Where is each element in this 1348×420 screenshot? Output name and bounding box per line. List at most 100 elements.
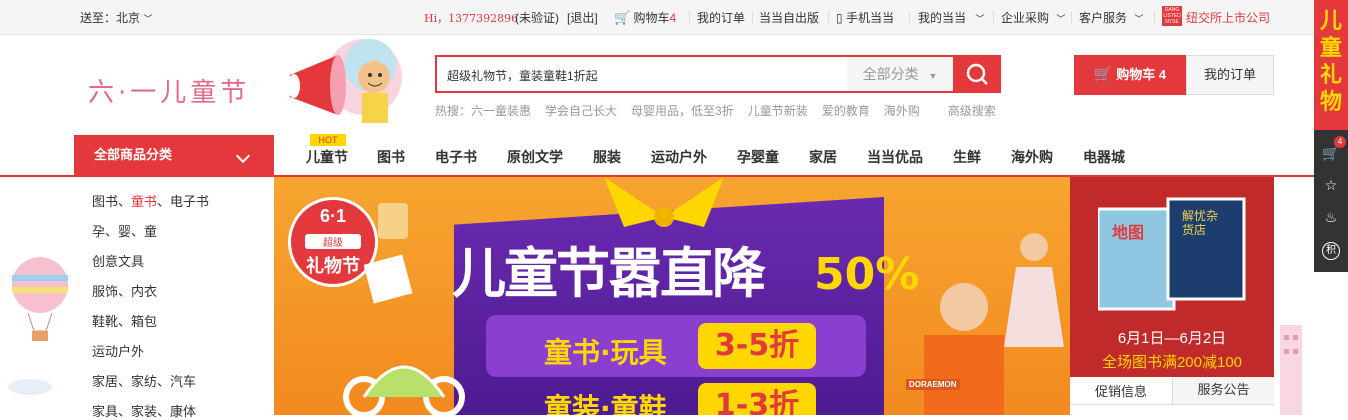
rail-toolbar: 🛒 ☆ ♨ 积: [1314, 130, 1348, 272]
category-label-highlight[interactable]: 童书: [131, 194, 157, 209]
hot-term[interactable]: 儿童节新装: [748, 104, 808, 118]
nav-item-overseas[interactable]: 海外购: [1011, 147, 1053, 167]
hot-term[interactable]: 六一童装惠: [471, 104, 531, 118]
hot-term[interactable]: 爱的教育: [822, 104, 870, 118]
phone-icon: ▯: [836, 11, 843, 25]
search-category-select[interactable]: 全部分类 ▼: [847, 57, 953, 91]
all-categories-button[interactable]: 全部商品分类: [74, 135, 274, 177]
nav-item-outdoor[interactable]: 运动户外: [651, 147, 707, 167]
footprint-icon[interactable]: ♨: [1322, 208, 1340, 226]
badge-gift-festival: 礼物节: [306, 256, 360, 276]
nav-item-electronics[interactable]: 电器城: [1083, 147, 1125, 167]
site-logo[interactable]: 六·一儿童节: [88, 72, 250, 109]
all-categories-label: 全部商品分类: [94, 147, 173, 162]
nav-item-books[interactable]: 图书: [377, 147, 405, 167]
self-publish-link[interactable]: 当当自出版: [759, 9, 819, 26]
nyse-link[interactable]: 纽交所上市公司: [1186, 9, 1270, 26]
search-bar: 全部分类 ▼: [435, 55, 1001, 93]
category-item-baby[interactable]: 孕、婴、童: [92, 221, 157, 240]
kids-scooter-image: [343, 365, 465, 415]
megaphone-mascot-icon: [288, 39, 402, 123]
user-greeting: Hi，13773928​96: [424, 12, 519, 25]
tab-promotions[interactable]: 促销信息: [1070, 377, 1172, 405]
top-bar: 送至：北京 ﹀ Hi，13773928​96 (未验证) [退出] 🛒 购物车4…: [0, 0, 1314, 35]
star-icon[interactable]: ☆: [1322, 176, 1340, 194]
mobile-link[interactable]: ▯ 手机当当: [836, 9, 894, 26]
hot-term[interactable]: 母婴用品，低至3折: [631, 104, 734, 118]
offer-discount-1: 3-5折: [698, 323, 816, 369]
ship-to-selector[interactable]: 送至：北京 ﹀: [80, 9, 152, 26]
category-item[interactable]: 鞋靴、箱包: [92, 311, 157, 330]
nav-item-baby[interactable]: 孕婴童: [737, 147, 779, 167]
category-item[interactable]: 运动户外: [92, 341, 144, 360]
cart-icon: 🛒: [1093, 66, 1113, 83]
nav-item-original-literature[interactable]: 原创文学: [507, 147, 563, 167]
category-item[interactable]: 家居、家纺、汽车: [92, 371, 196, 390]
offer-line-books-toys: 童书·玩具: [544, 336, 667, 369]
my-orders-link[interactable]: 我的订单: [697, 9, 745, 26]
nyse-logo: DANG LISTED NYSE: [1162, 6, 1182, 26]
search-button[interactable]: [953, 55, 1001, 93]
nav-item-fresh[interactable]: 生鲜: [953, 147, 981, 167]
nav-item-home[interactable]: 家居: [809, 147, 837, 167]
category-item[interactable]: 家具、家装、康体: [92, 401, 196, 420]
unverified-link[interactable]: (未验证): [515, 9, 559, 26]
search-icon: [966, 63, 988, 85]
search-category-label: 全部分类: [862, 66, 919, 82]
nav-item-apparel[interactable]: 服装: [593, 147, 621, 167]
cart-button-label: 购物车 4: [1116, 67, 1167, 82]
banner-title: 儿童节嚣直降: [452, 242, 766, 305]
badge-date: 6·1: [319, 206, 346, 226]
my-dangdang-label: 我的当当: [918, 11, 967, 25]
my-dangdang-menu[interactable]: 我的当当 ﹀: [918, 9, 984, 26]
nav-item-dangdang-select[interactable]: 当当优品: [867, 147, 923, 167]
badge-super: 超级: [305, 234, 361, 249]
ship-to-label: 送至：北京: [80, 11, 141, 25]
main-nav: 全部商品分类 HOT 儿童节 图书 电子书 原创文学 服装 运动户外 孕婴童 家…: [0, 134, 1314, 177]
nav-item-ebooks[interactable]: 电子书: [435, 147, 477, 167]
chevron-down-icon: ﹀: [975, 14, 985, 24]
cart-button[interactable]: 🛒 购物车 4: [1074, 55, 1186, 95]
chevron-down-icon: ﹀: [143, 14, 153, 24]
ad-promo: 全场图书满200减100: [1101, 354, 1243, 371]
book-title-map: 地图: [1112, 225, 1145, 242]
nav-item-childrens-day[interactable]: 儿童节: [306, 147, 348, 167]
divider: [828, 11, 829, 23]
hot-term[interactable]: 海外购: [884, 104, 920, 118]
chevron-down-icon: ﹀: [1134, 14, 1144, 24]
points-icon[interactable]: 积: [1322, 242, 1340, 260]
service-menu[interactable]: 客户服务 ﹀: [1079, 9, 1143, 26]
search-input[interactable]: [445, 57, 849, 93]
category-label: 图书、: [92, 194, 132, 209]
enterprise-label: 企业采购: [1001, 11, 1050, 25]
rail-promo-banner[interactable]: 儿童礼物: [1314, 0, 1348, 130]
divider: [1154, 11, 1155, 23]
category-label: 、电子书: [157, 194, 210, 209]
main-banner[interactable]: 6·1 超级 礼物节 儿童节嚣直降 50% 童书·玩具 3-5折 童装·童鞋 1…: [274, 177, 1070, 415]
top-cart-link[interactable]: 🛒 购物车4: [614, 9, 676, 26]
side-book-ad[interactable]: 地图 解忧杂货店 6月1日—6月2日 全场图书满200减100: [1070, 177, 1274, 377]
service-label: 客户服务: [1079, 11, 1128, 25]
offer-line-apparel-shoes: 童装·童鞋: [544, 392, 667, 415]
rail-cart-badge: 4: [1334, 136, 1346, 148]
divider: [752, 11, 753, 23]
hot-badge: HOT: [310, 134, 346, 146]
my-orders-button[interactable]: 我的订单: [1186, 55, 1274, 95]
divider: [993, 11, 994, 23]
advanced-search-link[interactable]: 高级搜索: [948, 104, 996, 118]
category-item-books[interactable]: 图书、童书、电子书: [92, 191, 209, 210]
logout-link[interactable]: [退出]: [567, 9, 598, 26]
cart-icon: 🛒: [614, 10, 631, 25]
ribbon-bow-icon: [604, 177, 724, 227]
header: 六·一儿童节 全部分类 ▼ 热搜：六一童装惠学会自己长大母婴用品，低至3折儿童节…: [0, 35, 1314, 135]
ad-date: 6月1日—6月2日: [1117, 330, 1227, 347]
hot-term[interactable]: 学会自己长大: [545, 104, 617, 118]
enterprise-menu[interactable]: 企业采购 ﹀: [1001, 9, 1065, 26]
baby-food-jars-image: [364, 203, 413, 304]
category-item[interactable]: 创意文具: [92, 251, 144, 270]
category-item[interactable]: 服饰、内衣: [92, 281, 157, 300]
tab-announcements[interactable]: 服务公告: [1172, 377, 1274, 405]
mobile-label: 手机当当: [845, 11, 894, 25]
category-list: 图书、童书、电子书 孕、婴、童 创意文具 服饰、内衣 鞋靴、箱包 运动户外 家居…: [74, 177, 274, 419]
top-cart-label: 购物车: [633, 11, 670, 25]
